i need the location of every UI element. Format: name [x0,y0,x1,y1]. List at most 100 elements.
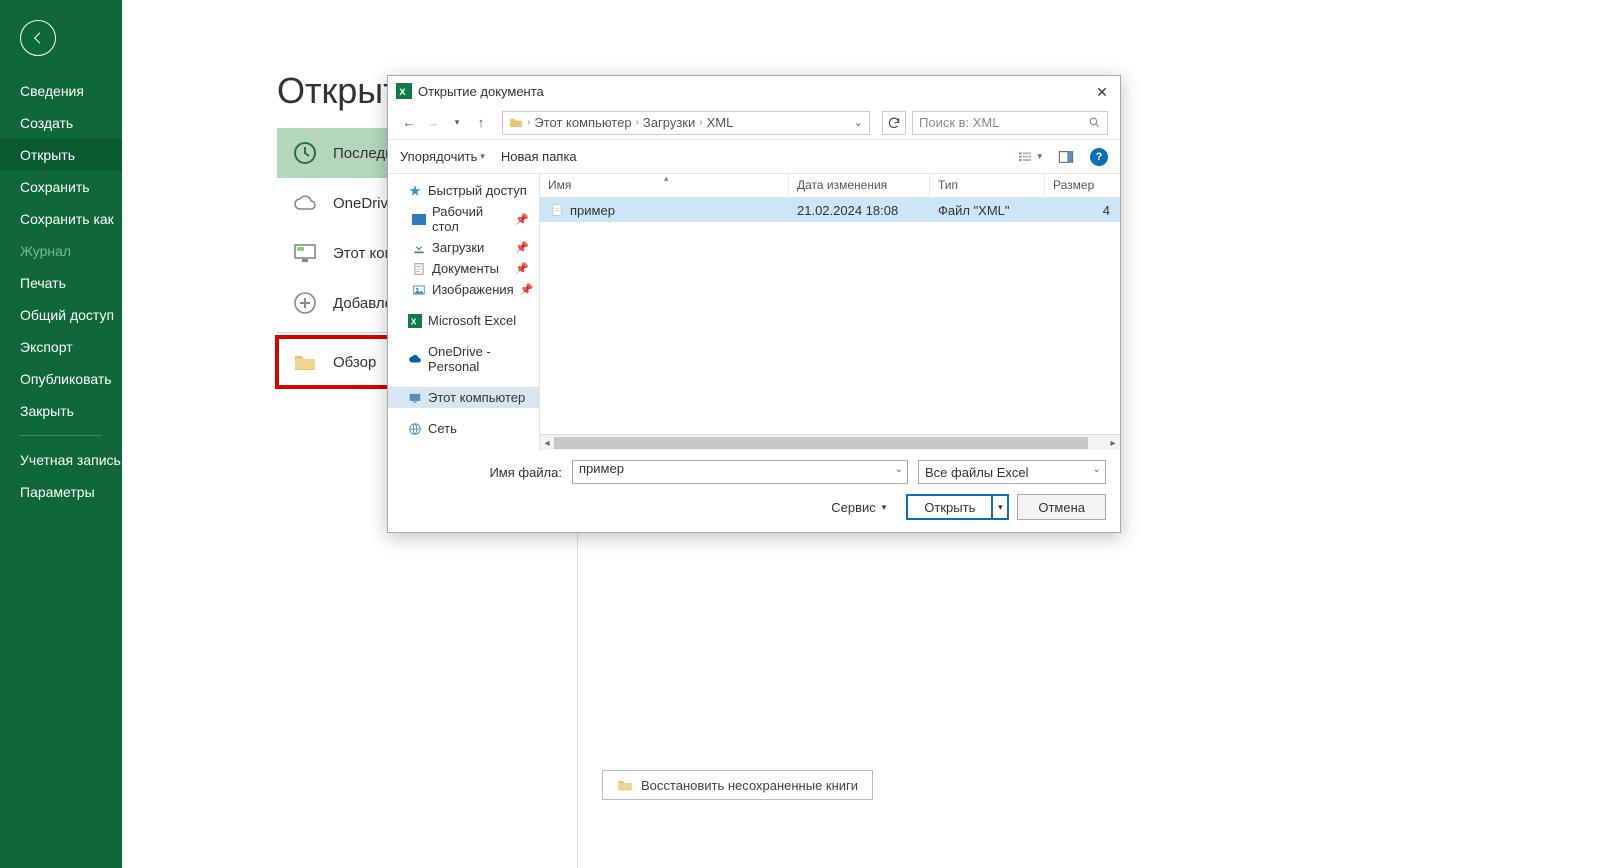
sidebar-item[interactable]: Открыть [0,139,122,171]
sidebar-item[interactable]: Журнал [0,235,122,267]
filename-label: Имя файла: [402,465,562,480]
chevron-right-icon: › [636,117,639,128]
tree-item[interactable]: Загрузки 📌 [388,237,539,258]
new-folder-button[interactable]: Новая папка [501,149,577,164]
dialog-close-button[interactable]: ✕ [1092,82,1112,102]
cancel-button[interactable]: Отмена [1017,494,1106,520]
chevron-right-icon: › [527,117,530,128]
nav-forward-button[interactable]: → [424,115,442,130]
folder-tree: Быстрый доступРабочий стол📌Загрузки📌Доку… [388,174,540,450]
view-mode-button[interactable]: ▾ [1017,149,1042,165]
tree-item-label: Рабочий стол [432,204,509,234]
tree-item[interactable]: Сеть [388,418,539,439]
tree-item[interactable]: Рабочий стол 📌 [388,201,539,237]
tree-item-label: Документы [432,261,499,276]
excel-icon: X [396,83,412,99]
tree-item-label: Загрузки [432,240,484,255]
tree-item[interactable]: Этот компьютер [388,387,539,408]
chevron-down-icon: ⌄ [1093,464,1101,475]
col-size[interactable]: Размер [1045,174,1120,197]
tree-item-label: Сеть [428,421,457,436]
pin-icon: 📌 [515,262,529,275]
sidebar-item[interactable]: Закрыть [0,395,122,427]
file-row[interactable]: пример21.02.2024 18:08Файл "XML"4 [540,198,1120,222]
add-icon [291,289,319,317]
organize-button[interactable]: Упорядочить▾ [400,149,485,164]
backstage-sidebar: СведенияСоздатьОткрытьСохранитьСохранить… [0,0,122,868]
nav-recent-dropdown[interactable]: ▾ [448,117,466,128]
sidebar-item[interactable]: Параметры [0,476,122,508]
pc-detail-icon [291,239,319,267]
column-headers: Имя▴ Дата изменения Тип Размер [540,174,1120,198]
sidebar-item[interactable]: Создать [0,107,122,139]
breadcrumb-dropdown[interactable]: ⌄ [854,116,863,129]
help-button[interactable]: ? [1090,148,1108,166]
horizontal-scrollbar[interactable]: ◂ ▸ [540,434,1120,450]
cloud-icon [291,189,319,217]
folder-icon [291,348,319,376]
search-icon [1088,116,1101,129]
sidebar-item[interactable]: Сведения [0,75,122,107]
col-type[interactable]: Тип [930,174,1045,197]
chevron-right-icon: › [699,117,702,128]
pin-icon: 📌 [515,213,529,226]
search-input[interactable]: Поиск в: XML [912,111,1108,135]
folder-icon [617,777,633,793]
tree-item[interactable]: XMicrosoft Excel [388,310,539,331]
breadcrumb-item[interactable]: Этот компьютер [534,115,631,130]
sidebar-item[interactable]: Учетная запись [0,444,122,476]
open-button[interactable]: Открыть ▾ [906,494,1009,520]
preview-pane-button[interactable] [1058,149,1074,165]
open-file-dialog: X Открытие документа ✕ ← → ▾ ↑ › Этот ко… [387,75,1121,533]
dialog-nav-bar: ← → ▾ ↑ › Этот компьютер › Загрузки › XM… [388,106,1120,140]
dialog-footer: Имя файла: пример ⌄ Все файлы Excel ⌄ Се… [388,450,1120,530]
tools-menu[interactable]: Сервис▾ [831,500,886,515]
dialog-toolbar: Упорядочить▾ Новая папка ▾ ? [388,140,1120,174]
svg-text:X: X [411,317,417,326]
tree-item[interactable]: OneDrive - Personal [388,341,539,377]
sidebar-item[interactable]: Сохранить [0,171,122,203]
tree-item-label: OneDrive - Personal [428,344,533,374]
open-dropdown[interactable]: ▾ [991,496,1007,518]
filename-input[interactable]: пример ⌄ [572,460,908,484]
file-type-select[interactable]: Все файлы Excel ⌄ [918,460,1106,484]
tree-item-label: Этот компьютер [428,390,525,405]
breadcrumb-item[interactable]: XML [707,115,734,130]
sidebar-item[interactable]: Опубликовать [0,363,122,395]
scroll-thumb[interactable] [554,437,1088,449]
tree-item[interactable]: Быстрый доступ [388,180,539,201]
tree-item[interactable]: Изображения 📌 [388,279,539,300]
pin-icon: 📌 [520,283,534,296]
dialog-titlebar: X Открытие документа ✕ [388,76,1120,106]
location-label: Обзор [333,354,376,371]
sidebar-item[interactable]: Печать [0,267,122,299]
nav-up-button[interactable]: ↑ [472,115,490,130]
sort-indicator-icon: ▴ [664,173,669,184]
folder-icon [509,116,523,130]
col-date[interactable]: Дата изменения [789,174,930,197]
pin-icon: 📌 [515,241,529,254]
scroll-left-button[interactable]: ◂ [540,435,554,451]
col-name[interactable]: Имя▴ [540,174,789,197]
tree-item-label: Быстрый доступ [428,183,527,198]
filename-dropdown[interactable]: ⌄ [895,464,903,475]
tree-item-label: Изображения [432,282,514,297]
sidebar-item[interactable]: Общий доступ [0,299,122,331]
file-list-pane: Имя▴ Дата изменения Тип Размер пример21.… [540,174,1120,450]
tree-item[interactable]: Документы 📌 [388,258,539,279]
svg-text:X: X [399,87,406,97]
search-placeholder: Поиск в: XML [919,115,1000,130]
scroll-right-button[interactable]: ▸ [1106,435,1120,451]
back-button[interactable] [20,20,56,56]
recover-unsaved-label: Восстановить несохраненные книги [641,778,858,793]
refresh-button[interactable] [882,111,906,135]
sidebar-item[interactable]: Сохранить как [0,203,122,235]
file-icon [550,203,564,217]
breadcrumb-item[interactable]: Загрузки [643,115,695,130]
dialog-title-text: Открытие документа [418,84,544,99]
recent-icon [291,139,319,167]
recover-unsaved-button[interactable]: Восстановить несохраненные книги [602,770,873,800]
sidebar-item[interactable]: Экспорт [0,331,122,363]
nav-back-button[interactable]: ← [400,115,418,130]
breadcrumb-bar[interactable]: › Этот компьютер › Загрузки › XML ⌄ [502,111,870,135]
